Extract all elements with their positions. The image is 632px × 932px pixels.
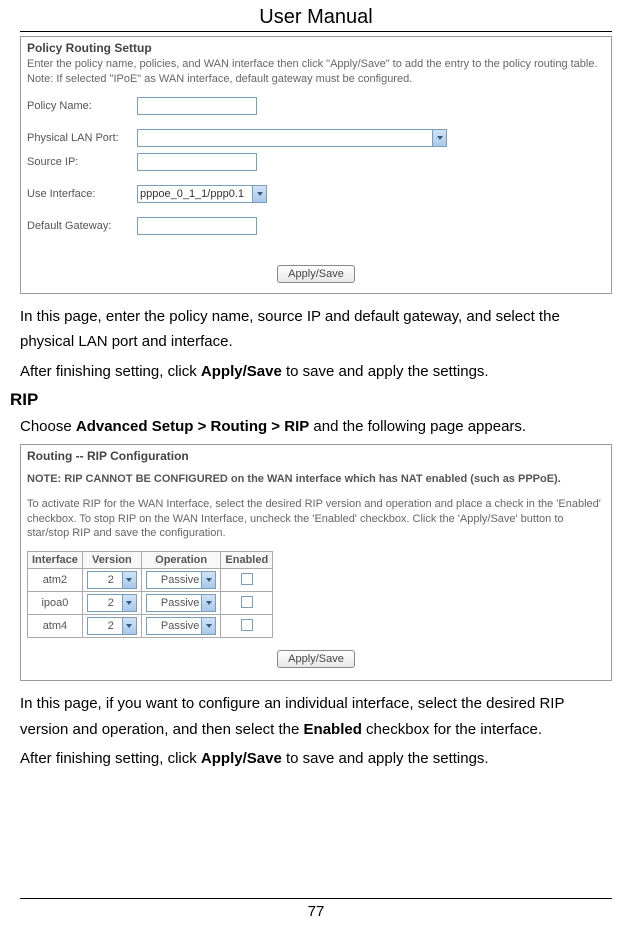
use-interface-value: pppoe_0_1_1/ppp0.1 — [140, 188, 244, 200]
version-select[interactable]: 2 — [87, 617, 137, 635]
th-interface: Interface — [28, 552, 83, 569]
cell-version: 2 — [82, 592, 141, 615]
default-gateway-row: Default Gateway: — [27, 217, 605, 235]
table-row: atm4 2 Passive — [28, 615, 273, 638]
cell-operation: Passive — [141, 592, 221, 615]
policy-panel-description: Enter the policy name, policies, and WAN… — [27, 57, 605, 87]
enabled-checkbox[interactable] — [241, 573, 253, 585]
policy-instruction-2: After finishing setting, click Apply/Sav… — [20, 359, 612, 385]
source-ip-row: Source IP: — [27, 153, 605, 171]
physical-lan-port-label: Physical LAN Port: — [27, 132, 137, 144]
use-interface-label: Use Interface: — [27, 188, 137, 200]
rip-interface-table: Interface Version Operation Enabled atm2… — [27, 551, 273, 638]
th-enabled: Enabled — [221, 552, 273, 569]
physical-lan-port-select[interactable] — [137, 129, 447, 147]
rip-instruction-1: In this page, if you want to configure a… — [20, 691, 612, 742]
policy-apply-row: Apply/Save — [27, 265, 605, 283]
source-ip-input[interactable] — [137, 153, 257, 171]
rip-panel-description: To activate RIP for the WAN Interface, s… — [27, 497, 605, 542]
cell-enabled — [221, 569, 273, 592]
policy-instruction-1: In this page, enter the policy name, sou… — [20, 304, 612, 355]
th-operation: Operation — [141, 552, 221, 569]
operation-select[interactable]: Passive — [146, 571, 217, 589]
source-ip-label: Source IP: — [27, 156, 137, 168]
policy-name-label: Policy Name: — [27, 100, 137, 112]
chevron-down-icon — [122, 595, 136, 611]
cell-operation: Passive — [141, 569, 221, 592]
operation-select[interactable]: Passive — [146, 594, 217, 612]
chevron-down-icon — [122, 618, 136, 634]
operation-select[interactable]: Passive — [146, 617, 217, 635]
cell-enabled — [221, 615, 273, 638]
rip-choose-text: Choose Advanced Setup > Routing > RIP an… — [20, 414, 612, 440]
rip-apply-row: Apply/Save — [27, 650, 605, 668]
policy-routing-panel: Policy Routing Settup Enter the policy n… — [20, 36, 612, 294]
page-footer: 77 — [0, 898, 632, 920]
default-gateway-input[interactable] — [137, 217, 257, 235]
table-row: ipoa0 2 Passive — [28, 592, 273, 615]
cell-interface: atm4 — [28, 615, 83, 638]
rip-heading: RIP — [10, 390, 622, 410]
cell-version: 2 — [82, 615, 141, 638]
th-version: Version — [82, 552, 141, 569]
chevron-down-icon — [201, 595, 215, 611]
chevron-down-icon — [201, 618, 215, 634]
cell-operation: Passive — [141, 615, 221, 638]
default-gateway-label: Default Gateway: — [27, 220, 137, 232]
rip-panel-title: Routing -- RIP Configuration — [27, 449, 605, 463]
use-interface-select[interactable]: pppoe_0_1_1/ppp0.1 — [137, 185, 267, 203]
chevron-down-icon — [122, 572, 136, 588]
cell-interface: atm2 — [28, 569, 83, 592]
chevron-down-icon — [252, 186, 266, 202]
chevron-down-icon — [201, 572, 215, 588]
table-header-row: Interface Version Operation Enabled — [28, 552, 273, 569]
enabled-checkbox[interactable] — [241, 619, 253, 631]
rip-instruction-2: After finishing setting, click Apply/Sav… — [20, 746, 612, 772]
rip-note: NOTE: RIP CANNOT BE CONFIGURED on the WA… — [27, 473, 605, 485]
version-select[interactable]: 2 — [87, 594, 137, 612]
chevron-down-icon — [432, 130, 446, 146]
rip-config-panel: Routing -- RIP Configuration NOTE: RIP C… — [20, 444, 612, 682]
page-number: 77 — [308, 903, 325, 920]
physical-lan-port-row: Physical LAN Port: — [27, 129, 605, 147]
version-select[interactable]: 2 — [87, 571, 137, 589]
cell-enabled — [221, 592, 273, 615]
apply-save-button[interactable]: Apply/Save — [277, 265, 355, 283]
table-row: atm2 2 Passive — [28, 569, 273, 592]
policy-panel-title: Policy Routing Settup — [27, 41, 605, 55]
page-header: User Manual — [20, 0, 612, 32]
cell-version: 2 — [82, 569, 141, 592]
enabled-checkbox[interactable] — [241, 596, 253, 608]
apply-save-button[interactable]: Apply/Save — [277, 650, 355, 668]
use-interface-row: Use Interface: pppoe_0_1_1/ppp0.1 — [27, 185, 605, 203]
policy-name-input[interactable] — [137, 97, 257, 115]
policy-name-row: Policy Name: — [27, 97, 605, 115]
cell-interface: ipoa0 — [28, 592, 83, 615]
